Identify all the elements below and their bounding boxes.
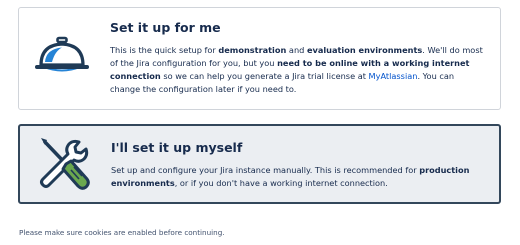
option-card-body: I'll set it up myself Set up and configu… [111,140,485,190]
wrench-screwdriver-icon [20,130,106,200]
option-title: I'll set it up myself [111,140,243,155]
cloche-serving-dish-icon [19,22,105,92]
option-card-body: Set it up for me This is the quick setup… [110,20,486,96]
option-title: Set it up for me [110,20,221,35]
cookies-note: Please make sure cookies are enabled bef… [19,228,225,237]
option-description: Set up and configure your Jira instance … [111,165,470,188]
option-card-set-it-up-for-me[interactable]: Set it up for me This is the quick setup… [18,7,501,110]
setup-page: Set it up for me This is the quick setup… [0,0,520,245]
option-description: This is the quick setup for demonstratio… [110,45,483,94]
myatlassian-link[interactable]: MyAtlassian [369,71,418,81]
option-card-set-it-up-myself[interactable]: I'll set it up myself Set up and configu… [18,124,501,204]
